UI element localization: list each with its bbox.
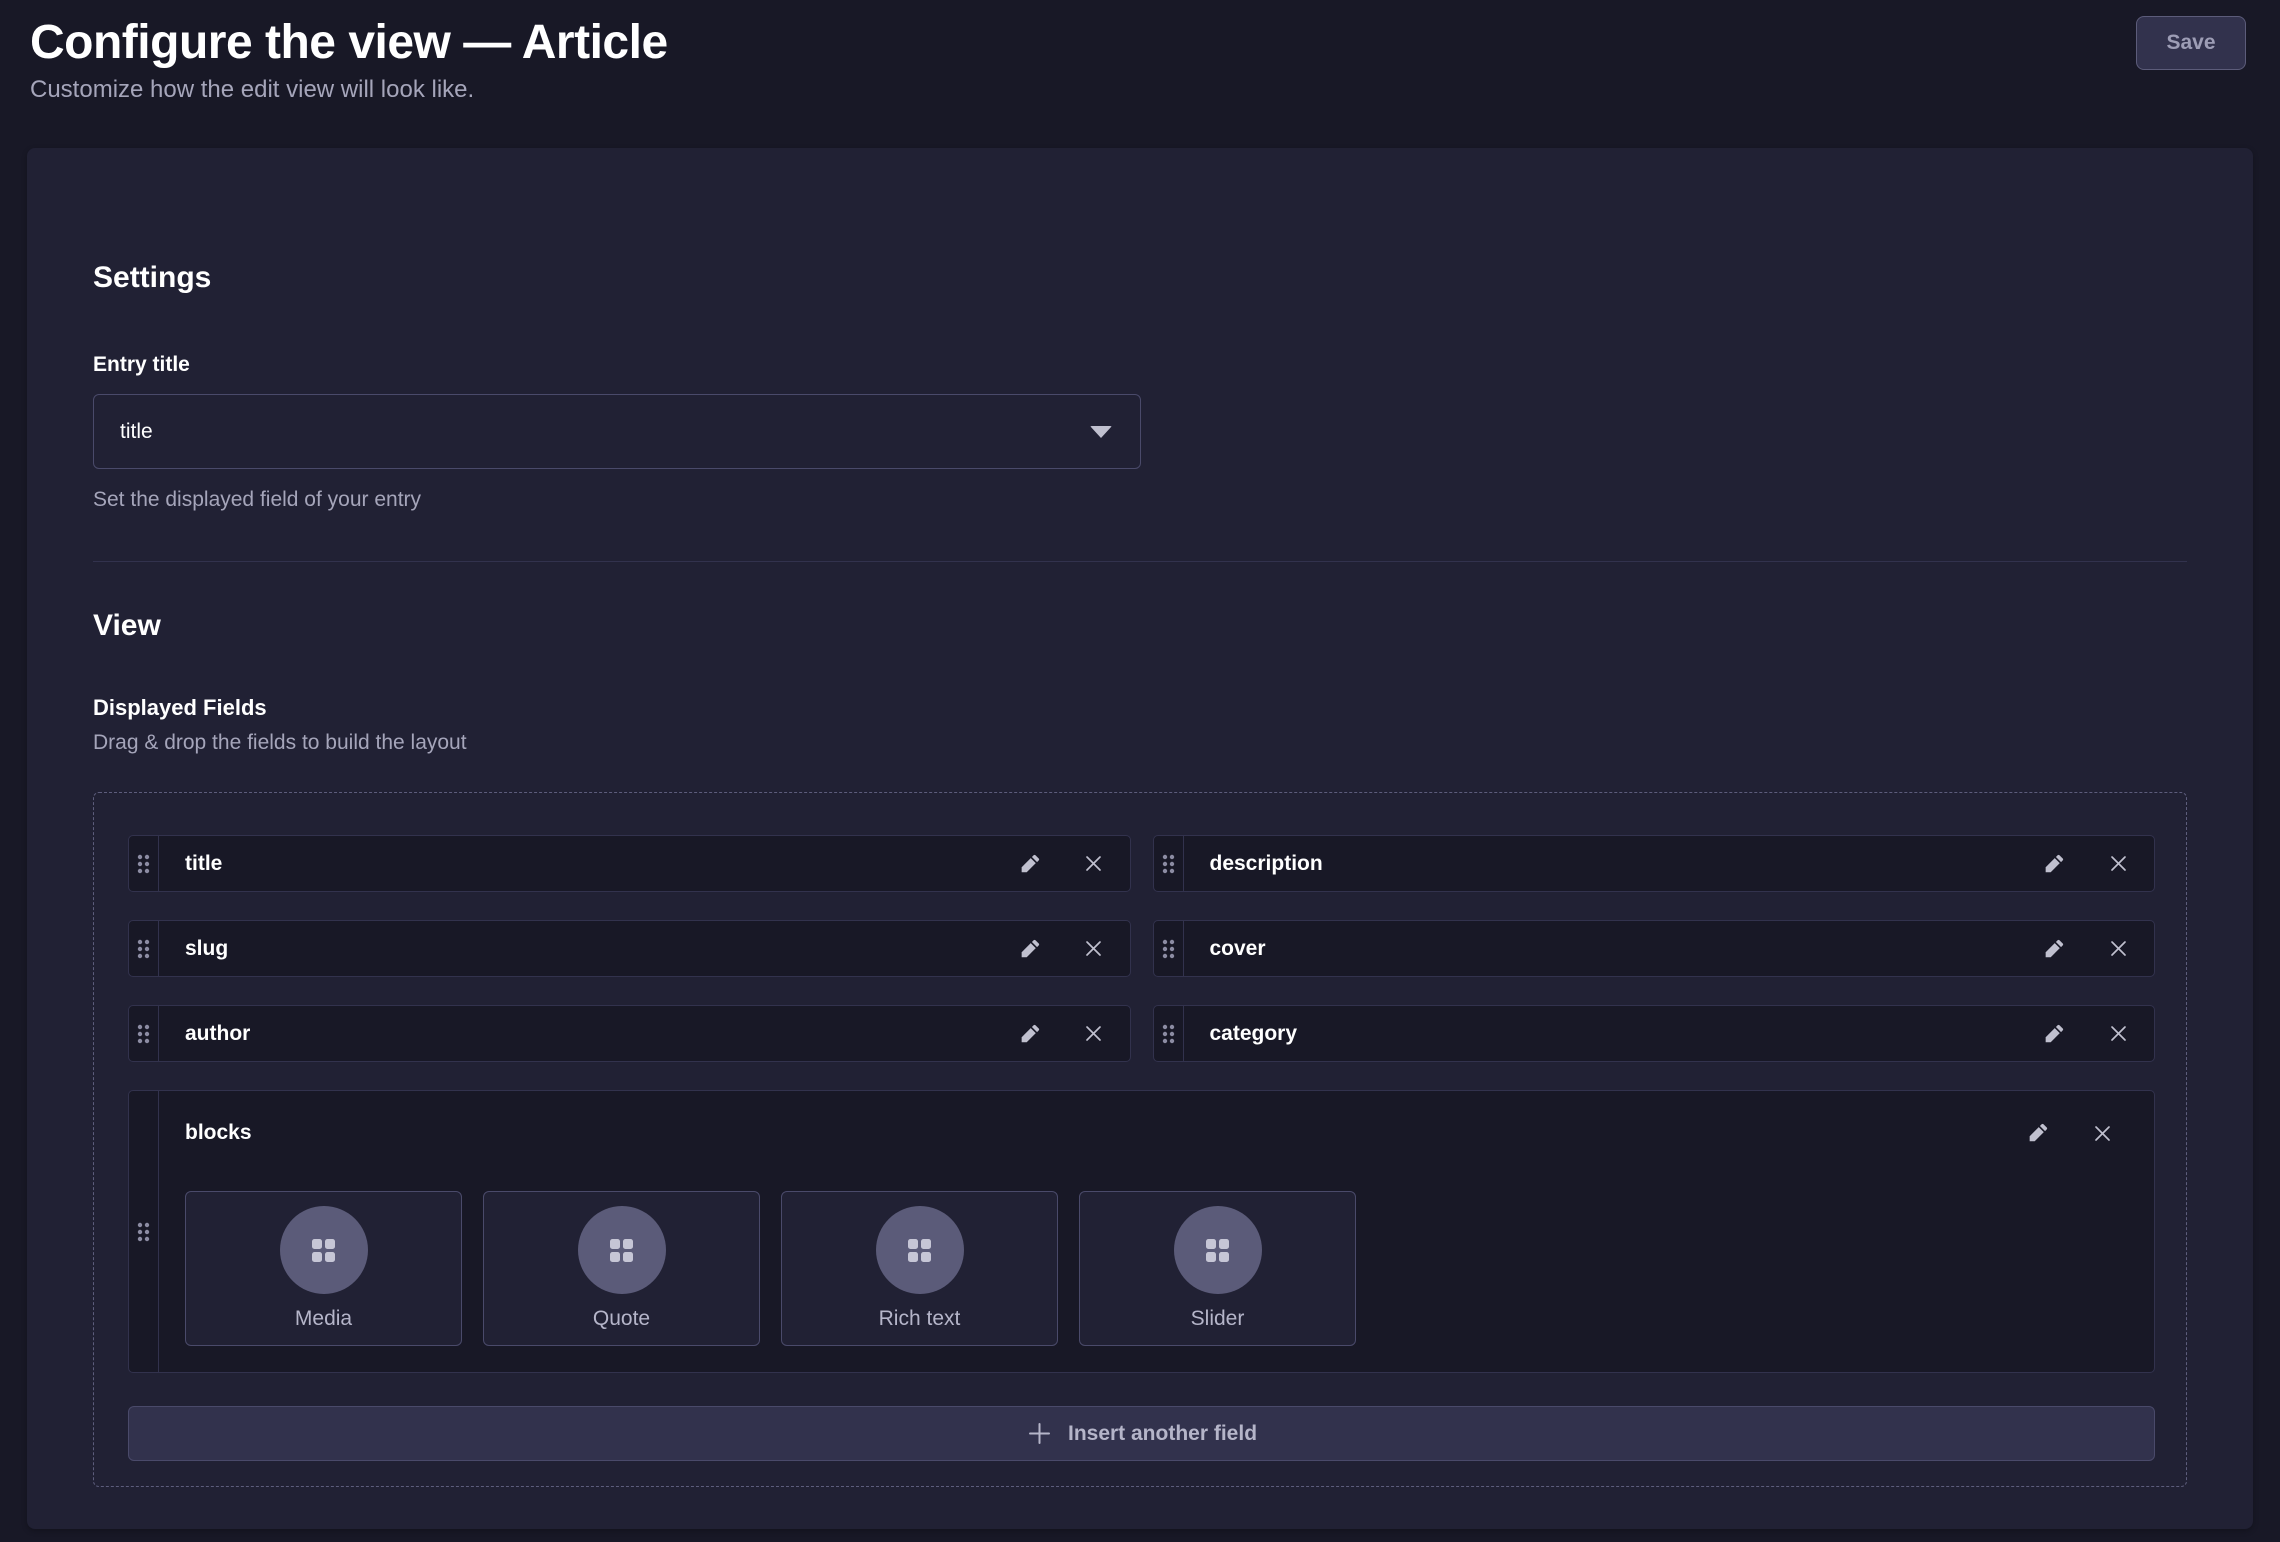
- blocks-head: blocks: [185, 1113, 2138, 1153]
- grid-icon: [605, 1234, 638, 1267]
- drag-handle-icon[interactable]: [1154, 1006, 1184, 1061]
- field-card-author: author: [128, 1005, 1131, 1062]
- field-name: cover: [1184, 921, 2035, 976]
- plus-icon: [1026, 1420, 1053, 1447]
- edit-field-button[interactable]: [1010, 1014, 1050, 1054]
- field-name: description: [1184, 836, 2035, 891]
- settings-heading: Settings: [93, 260, 2187, 296]
- edit-field-button[interactable]: [2034, 1014, 2074, 1054]
- drag-handle-icon[interactable]: [129, 1006, 159, 1061]
- field-card-description: description: [1153, 835, 2156, 892]
- grid-icon: [903, 1234, 936, 1267]
- component-tile-quote[interactable]: Quote: [483, 1191, 760, 1346]
- edit-field-button[interactable]: [2034, 929, 2074, 969]
- component-label: Slider: [1191, 1307, 1245, 1331]
- remove-field-button[interactable]: [1074, 1014, 1114, 1054]
- field-name: slug: [159, 921, 1010, 976]
- field-actions: [2034, 1006, 2154, 1061]
- remove-field-button[interactable]: [2082, 1113, 2122, 1153]
- edit-field-button[interactable]: [1010, 929, 1050, 969]
- remove-field-button[interactable]: [2098, 929, 2138, 969]
- insert-another-field-button[interactable]: Insert another field: [128, 1406, 2155, 1461]
- field-actions: [1010, 1006, 1130, 1061]
- field-actions: [1010, 921, 1130, 976]
- edit-field-button[interactable]: [2034, 844, 2074, 884]
- drag-handle-icon[interactable]: [129, 921, 159, 976]
- edit-field-button[interactable]: [2018, 1113, 2058, 1153]
- settings-section: Settings Entry title title Set the displ…: [93, 260, 2187, 515]
- entry-title-label: Entry title: [93, 352, 2187, 378]
- field-name: author: [159, 1006, 1010, 1061]
- blocks-body: blocks Media Quote: [159, 1091, 2154, 1372]
- entry-title-select-value: title: [120, 420, 153, 444]
- component-circle: [578, 1206, 666, 1294]
- component-label: Rich text: [879, 1307, 961, 1331]
- page-title: Configure the view — Article: [30, 14, 2246, 72]
- view-section: View Displayed Fields Drag & drop the fi…: [93, 608, 2187, 1487]
- components-row: Media Quote Rich text Slider: [185, 1191, 2138, 1346]
- field-actions: [1010, 836, 1130, 891]
- view-heading: View: [93, 608, 2187, 644]
- component-circle: [280, 1206, 368, 1294]
- displayed-fields-label: Displayed Fields: [93, 694, 2187, 722]
- drag-handle-icon[interactable]: [129, 1091, 159, 1372]
- component-circle: [876, 1206, 964, 1294]
- remove-field-button[interactable]: [1074, 929, 1114, 969]
- remove-field-button[interactable]: [2098, 1014, 2138, 1054]
- drag-handle-icon[interactable]: [129, 836, 159, 891]
- grid-icon: [1201, 1234, 1234, 1267]
- displayed-fields-hint: Drag & drop the fields to build the layo…: [93, 728, 2187, 758]
- entry-title-select[interactable]: title: [93, 394, 1141, 469]
- fields-grid: title description slug: [128, 835, 2155, 1062]
- field-actions: [2034, 921, 2154, 976]
- component-tile-rich-text[interactable]: Rich text: [781, 1191, 1058, 1346]
- field-name: blocks: [185, 1121, 252, 1145]
- component-label: Media: [295, 1307, 352, 1331]
- field-card-cover: cover: [1153, 920, 2156, 977]
- field-actions: [2018, 1113, 2138, 1153]
- remove-field-button[interactable]: [2098, 844, 2138, 884]
- field-card-title: title: [128, 835, 1131, 892]
- component-circle: [1174, 1206, 1262, 1294]
- field-name: title: [159, 836, 1010, 891]
- section-divider: [93, 561, 2187, 562]
- field-card-category: category: [1153, 1005, 2156, 1062]
- chevron-down-icon: [1090, 426, 1112, 438]
- remove-field-button[interactable]: [1074, 844, 1114, 884]
- field-actions: [2034, 836, 2154, 891]
- field-card-slug: slug: [128, 920, 1131, 977]
- main-panel: Settings Entry title title Set the displ…: [27, 148, 2253, 1529]
- grid-icon: [307, 1234, 340, 1267]
- drag-handle-icon[interactable]: [1154, 921, 1184, 976]
- page-header: Configure the view — Article Customize h…: [0, 0, 2280, 102]
- entry-title-hint: Set the displayed field of your entry: [93, 485, 2187, 515]
- component-tile-media[interactable]: Media: [185, 1191, 462, 1346]
- component-tile-slider[interactable]: Slider: [1079, 1191, 1356, 1346]
- insert-another-field-label: Insert another field: [1068, 1422, 1257, 1446]
- drag-handle-icon[interactable]: [1154, 836, 1184, 891]
- edit-field-button[interactable]: [1010, 844, 1050, 884]
- component-label: Quote: [593, 1307, 650, 1331]
- field-name: category: [1184, 1006, 2035, 1061]
- page-subtitle: Customize how the edit view will look li…: [30, 74, 2246, 106]
- fields-drop-zone: title description slug: [93, 792, 2187, 1487]
- field-card-blocks: blocks Media Quote: [128, 1090, 2155, 1373]
- save-button[interactable]: Save: [2136, 16, 2246, 70]
